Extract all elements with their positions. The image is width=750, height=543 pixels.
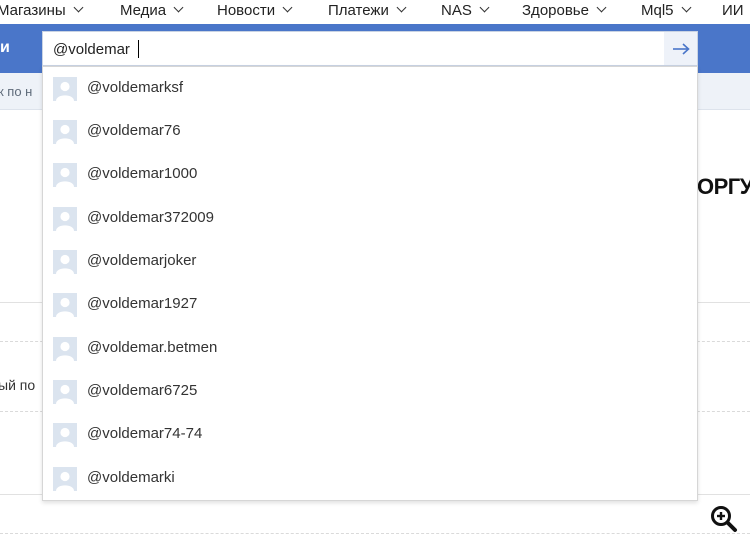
nav-item-payments[interactable]: Платежи — [328, 0, 407, 22]
suggestion-item[interactable]: @voldemarjoker — [43, 240, 697, 283]
default-avatar-icon — [53, 337, 77, 361]
chevron-down-icon — [479, 2, 490, 13]
suggestion-username: @voldemar6725 — [87, 382, 198, 399]
default-avatar-icon — [53, 207, 77, 231]
default-avatar-icon — [53, 163, 77, 187]
suggestion-username: @voldemar.betmen — [87, 339, 218, 356]
search-box — [42, 31, 698, 66]
default-avatar-icon — [53, 423, 77, 447]
chevron-down-icon — [173, 2, 184, 13]
nav-item-label: Здоровье — [522, 2, 589, 19]
nav-item-label: ИИ — [722, 2, 744, 19]
suggestion-username: @voldemar76 — [87, 122, 181, 139]
page-side-text: ый по — [0, 377, 36, 393]
suggestion-username: @voldemarksf — [87, 79, 184, 96]
suggestion-username: @voldemar74-74 — [87, 425, 203, 442]
nav-item-label: Mql5 — [641, 2, 674, 19]
nav-item-health[interactable]: Здоровье — [522, 0, 607, 22]
nav-item-mql5[interactable]: Mql5 — [641, 0, 691, 22]
chevron-down-icon — [282, 2, 293, 13]
suggestion-item[interactable]: @voldemar74-74 — [43, 413, 697, 456]
arrow-right-icon — [672, 42, 690, 55]
default-avatar-icon — [53, 120, 77, 144]
nav-item-label: Медиа — [120, 2, 167, 19]
suggestion-item[interactable]: @voldemarki — [43, 457, 697, 500]
chevron-down-icon — [596, 2, 607, 13]
top-navigation: Магазины Медиа Новости Платежи NAS Здоро… — [0, 0, 750, 24]
nav-item-media[interactable]: Медиа — [120, 0, 184, 22]
nav-item-ai[interactable]: ИИ — [722, 0, 744, 22]
suggestion-item[interactable]: @voldemar76 — [43, 110, 697, 153]
default-avatar-icon — [53, 380, 77, 404]
default-avatar-icon — [53, 250, 77, 274]
default-avatar-icon — [53, 467, 77, 491]
suggestion-username: @voldemar1000 — [87, 165, 198, 182]
suggestion-item[interactable]: @voldemar6725 — [43, 370, 697, 413]
search-input[interactable] — [53, 38, 653, 60]
default-avatar-icon — [53, 77, 77, 101]
suggestions-dropdown: @voldemarksf @voldemar76 @voldemar1000 @… — [42, 66, 698, 501]
nav-item-label: Новости — [217, 2, 276, 19]
suggestion-username: @voldemar1927 — [87, 295, 198, 312]
nav-item-label: NAS — [441, 2, 472, 19]
sub-bar-text: к по н — [0, 84, 33, 99]
suggestion-item[interactable]: @voldemar1927 — [43, 283, 697, 326]
suggestion-username: @voldemarki — [87, 469, 175, 486]
nav-item-nas[interactable]: NAS — [441, 0, 490, 22]
text-caret — [138, 40, 139, 58]
page-heading: ОРГУ — [697, 174, 750, 199]
suggestion-item[interactable]: @voldemar.betmen — [43, 327, 697, 370]
nav-item-stores[interactable]: Магазины — [0, 0, 84, 22]
chevron-down-icon — [681, 2, 691, 13]
divider — [0, 533, 750, 534]
suggestion-username: @voldemar372009 — [87, 209, 214, 226]
suggestion-item[interactable]: @voldemar372009 — [43, 197, 697, 240]
nav-item-news[interactable]: Новости — [217, 0, 293, 22]
search-submit-button[interactable] — [664, 32, 697, 65]
chevron-down-icon — [73, 2, 84, 13]
nav-item-label: Платежи — [328, 2, 389, 19]
zoom-in-icon[interactable] — [709, 504, 739, 534]
default-avatar-icon — [53, 293, 77, 317]
suggestion-username: @voldemarjoker — [87, 252, 197, 269]
suggestion-item[interactable]: @voldemar1000 — [43, 153, 697, 196]
nav-item-label: Магазины — [0, 2, 66, 19]
suggestion-item[interactable]: @voldemarksf — [43, 67, 697, 110]
header-left-label[interactable]: и — [0, 39, 10, 57]
chevron-down-icon — [396, 2, 407, 13]
